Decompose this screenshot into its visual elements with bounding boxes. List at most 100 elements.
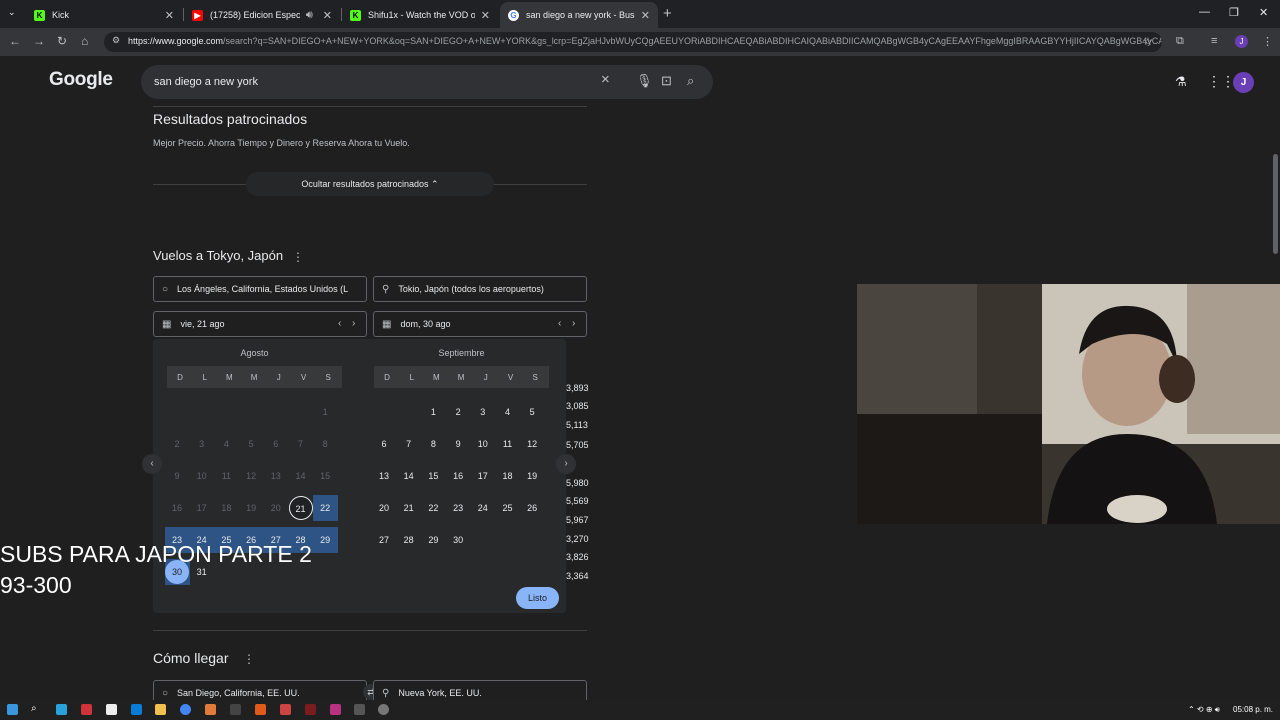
chevron-right-icon[interactable]: › (572, 318, 575, 329)
calendar-day[interactable]: 11 (496, 432, 520, 456)
app-icon[interactable] (280, 704, 291, 715)
calendar-day[interactable]: 16 (446, 464, 470, 488)
calendar-day[interactable]: 20 (372, 496, 396, 520)
destination-field[interactable]: ⚲ Tokio, Japón (todos los aeropuertos) (373, 276, 587, 302)
restore-icon[interactable]: ❐ (1229, 6, 1239, 19)
calendar-day[interactable]: 7 (289, 432, 313, 456)
home-icon[interactable]: ⌂ (81, 34, 88, 48)
app-icon[interactable] (230, 704, 241, 715)
more-options-icon[interactable]: ⋮ (292, 250, 304, 264)
calendar-day[interactable]: 30 (446, 528, 470, 552)
calendar-day[interactable]: 22 (421, 496, 445, 520)
tab-search-icon[interactable]: ⌄ (8, 7, 16, 18)
new-tab-button[interactable]: + (663, 5, 672, 22)
back-icon[interactable]: ← (9, 34, 21, 48)
calendar-day[interactable]: 25 (496, 496, 520, 520)
calendar-day[interactable]: 6 (264, 432, 288, 456)
calendar-day[interactable]: 11 (214, 464, 238, 488)
tray-icons[interactable]: ⌃ ⟲ ⊕ 🔊︎ (1188, 705, 1220, 715)
chrome-icon[interactable] (180, 704, 191, 715)
calendar-day[interactable]: 18 (496, 464, 520, 488)
app-icon[interactable] (81, 704, 92, 715)
calendar-day[interactable]: 29 (421, 528, 445, 552)
scrollbar-thumb[interactable] (1273, 154, 1278, 254)
labs-icon[interactable]: ⚗ (1175, 74, 1187, 90)
calendar-day[interactable]: 22 (313, 496, 337, 520)
calendar-day[interactable]: 2 (446, 400, 470, 424)
calendar-day[interactable]: 23 (446, 496, 470, 520)
tab-youtube[interactable]: ▶ (17258) Edicion Especial - E 🔊︎ ✕ (184, 2, 340, 28)
search-box[interactable]: san diego a new york × 🎙︎ ⊡ ⌕ (141, 65, 713, 99)
minimize-icon[interactable]: — (1199, 6, 1210, 18)
reload-icon[interactable]: ↻ (57, 34, 67, 48)
app-icon[interactable] (255, 704, 266, 715)
app-icon[interactable] (330, 704, 341, 715)
calendar-day[interactable]: 3 (190, 432, 214, 456)
profile-icon[interactable]: J (1235, 35, 1248, 48)
bookmark-star-icon[interactable]: ☆ (1143, 35, 1153, 48)
speaker-icon[interactable]: 🔊︎ (306, 9, 313, 22)
calendar-day[interactable]: 8 (421, 432, 445, 456)
close-tab-icon[interactable]: ✕ (641, 9, 650, 22)
search-icon[interactable]: ⌕ (31, 703, 42, 714)
tab-kick[interactable]: K Kick ✕ (26, 2, 182, 28)
origin-field[interactable]: ○ Los Ángeles, California, Estados Unidos… (153, 276, 367, 302)
extensions-icon[interactable]: ⧉ (1176, 35, 1184, 48)
calendar-day[interactable]: 4 (496, 400, 520, 424)
calendar-day[interactable]: 24 (471, 496, 495, 520)
calendar-day[interactable]: 28 (397, 528, 421, 552)
file-explorer-icon[interactable] (155, 704, 166, 715)
telegram-icon[interactable] (56, 704, 67, 715)
lens-icon[interactable]: ⊡ (661, 73, 672, 89)
calendar-day[interactable]: 21 (288, 496, 313, 520)
browser-menu-icon[interactable]: ⋮ (1262, 35, 1273, 48)
calendar-day[interactable]: 16 (165, 496, 189, 520)
google-logo[interactable]: Google (49, 69, 113, 91)
app-icon[interactable] (354, 704, 365, 715)
calendar-day[interactable]: 12 (520, 432, 544, 456)
calendar-day[interactable]: 7 (397, 432, 421, 456)
chevron-right-icon[interactable]: › (352, 318, 355, 329)
calendar-day[interactable]: 26 (520, 496, 544, 520)
calendar-day[interactable]: 6 (372, 432, 396, 456)
notepad-icon[interactable] (106, 704, 117, 715)
calendar-day[interactable]: 2 (165, 432, 189, 456)
edge-icon[interactable] (131, 704, 142, 715)
calendar-day[interactable]: 1 (421, 400, 445, 424)
forward-icon[interactable]: → (33, 34, 45, 48)
calendar-day[interactable]: 21 (397, 496, 421, 520)
tab-google-search[interactable]: G san diego a new york - Buscar c ✕ (500, 2, 658, 28)
chevron-left-icon[interactable]: ‹ (338, 318, 341, 329)
calendar-day[interactable]: 10 (190, 464, 214, 488)
calendar-day[interactable]: 13 (372, 464, 396, 488)
app-icon[interactable] (205, 704, 216, 715)
app-icon[interactable] (305, 704, 316, 715)
calendar-day[interactable]: 27 (372, 528, 396, 552)
calendar-day[interactable]: 4 (214, 432, 238, 456)
calendar-day[interactable]: 8 (313, 432, 337, 456)
close-window-icon[interactable]: ✕ (1259, 6, 1268, 19)
address-bar[interactable]: ⚙ https://www.google.com/search?q=SAN+DI… (104, 32, 1162, 52)
calendar-day[interactable]: 19 (239, 496, 263, 520)
close-tab-icon[interactable]: ✕ (481, 9, 490, 22)
microphone-icon[interactable]: 🎙︎ (636, 73, 653, 89)
close-tab-icon[interactable]: ✕ (323, 9, 332, 22)
search-icon[interactable]: ⌕ (687, 73, 694, 89)
calendar-day[interactable]: 1 (313, 400, 337, 424)
calendar-day[interactable]: 5 (239, 432, 263, 456)
calendar-day[interactable]: 3 (471, 400, 495, 424)
done-button[interactable]: Listo (516, 587, 559, 609)
calendar-day[interactable]: 14 (289, 464, 313, 488)
close-tab-icon[interactable]: ✕ (165, 9, 174, 22)
site-info-icon[interactable]: ⚙ (112, 35, 120, 46)
search-input[interactable]: san diego a new york (154, 76, 258, 88)
calendar-day[interactable]: 19 (520, 464, 544, 488)
clear-icon[interactable]: × (601, 71, 610, 88)
calendar-day[interactable]: 17 (190, 496, 214, 520)
return-date-field[interactable]: ▦ dom, 30 ago ‹ › (373, 311, 587, 337)
calendar-day[interactable]: 14 (397, 464, 421, 488)
calendar-day[interactable]: 18 (214, 496, 238, 520)
hide-sponsored-button[interactable]: Ocultar resultados patrocinados ⌃ (246, 172, 494, 196)
app-icon[interactable] (378, 704, 389, 715)
previous-month-button[interactable]: ‹ (142, 454, 162, 474)
